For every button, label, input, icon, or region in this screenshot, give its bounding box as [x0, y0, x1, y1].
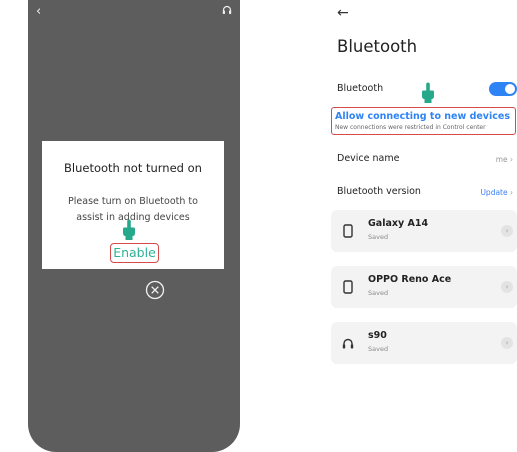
- pointing-hand-icon: [422, 82, 434, 103]
- right-phone-screen: ← Bluetooth Bluetooth Allow connecting t…: [327, 0, 517, 452]
- bluetooth-version-value: Update ›: [480, 188, 513, 197]
- device-name: Galaxy A14: [368, 218, 429, 229]
- device-name-label: Device name: [337, 153, 400, 164]
- phone-icon: [343, 280, 353, 294]
- close-circle-icon[interactable]: [145, 280, 165, 300]
- device-info-icon[interactable]: ›: [501, 281, 513, 293]
- headset-icon: [222, 5, 232, 14]
- pointing-hand-icon: [123, 219, 135, 240]
- bluetooth-version-label: Bluetooth version: [337, 186, 421, 197]
- bluetooth-toggle-switch[interactable]: [489, 82, 517, 96]
- chevron-right-icon: ›: [510, 155, 513, 164]
- enable-button[interactable]: Enable: [110, 243, 159, 263]
- page-title: Bluetooth: [337, 37, 418, 56]
- device-name-value: me ›: [496, 155, 513, 164]
- device-name-row[interactable]: Device name me ›: [337, 153, 517, 169]
- device-status: Saved: [368, 233, 389, 241]
- back-arrow-icon[interactable]: ‹: [36, 5, 41, 18]
- device-info-icon[interactable]: ›: [501, 225, 513, 237]
- bluetooth-off-dialog: Bluetooth not turned on Please turn on B…: [42, 141, 224, 269]
- phone-icon: [343, 224, 353, 238]
- device-card[interactable]: OPPO Reno Ace Saved ›: [331, 266, 517, 308]
- bluetooth-toggle-label: Bluetooth: [337, 83, 384, 94]
- device-card[interactable]: s90 Saved ›: [331, 322, 517, 364]
- update-link[interactable]: Update: [480, 188, 507, 197]
- toggle-knob: [505, 84, 515, 94]
- device-status: Saved: [368, 289, 389, 297]
- allow-connecting-row[interactable]: Allow connecting to new devices New conn…: [331, 107, 516, 135]
- chevron-right-icon: ›: [510, 188, 513, 197]
- allow-connecting-title: Allow connecting to new devices: [335, 111, 510, 122]
- device-info-icon[interactable]: ›: [501, 337, 513, 349]
- device-card[interactable]: Galaxy A14 Saved ›: [331, 210, 517, 252]
- device-name-text: me: [495, 155, 508, 164]
- back-arrow-icon[interactable]: ←: [337, 5, 349, 21]
- left-phone-screen: ‹ Bluetooth not turned on Please turn on…: [28, 0, 240, 452]
- device-status: Saved: [368, 345, 389, 353]
- headset-icon: [342, 338, 354, 349]
- bluetooth-version-row[interactable]: Bluetooth version Update ›: [337, 186, 517, 202]
- allow-connecting-subtitle: New connections were restricted in Contr…: [335, 124, 486, 131]
- device-name: OPPO Reno Ace: [368, 274, 452, 285]
- device-name: s90: [368, 330, 387, 341]
- dialog-title: Bluetooth not turned on: [64, 161, 202, 175]
